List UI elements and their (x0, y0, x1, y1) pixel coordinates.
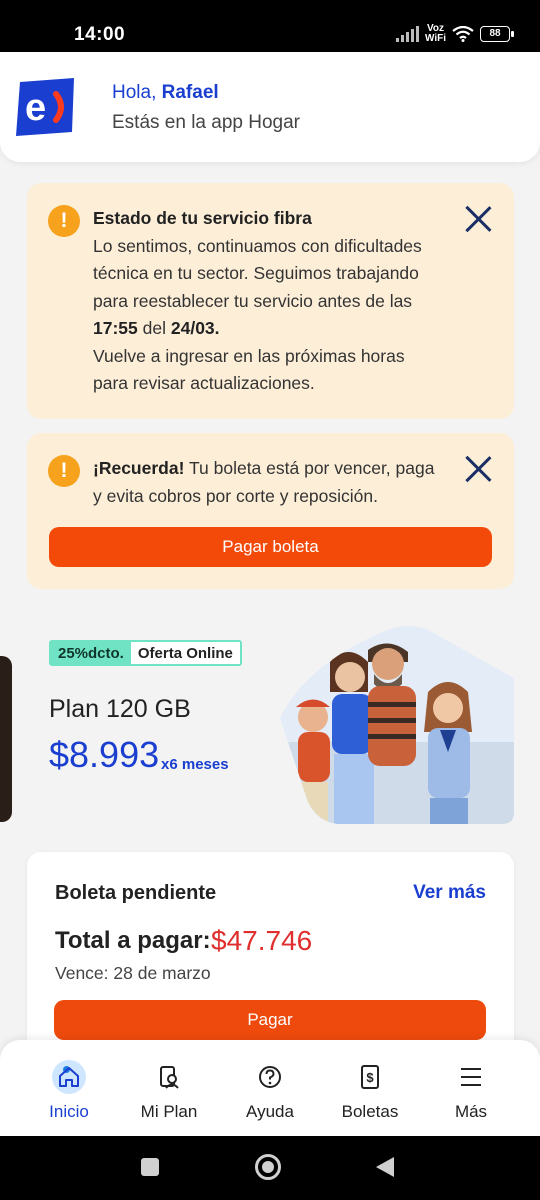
greeting: Hola, Rafael (112, 82, 219, 103)
nav-item-mas[interactable]: Más (421, 1040, 521, 1136)
svg-text:e: e (25, 87, 46, 129)
battery-icon: 88 (480, 26, 514, 42)
status-bar: 14:00 Voz WiFi 88 (0, 0, 540, 52)
total-label: Total a pagar: (55, 927, 211, 954)
plan-duration: x6 meses (161, 756, 229, 773)
entel-logo-icon: e (16, 78, 74, 136)
plan-name[interactable]: Plan 120 GB (49, 695, 191, 724)
network-label: Voz WiFi (424, 23, 446, 44)
home-button-icon[interactable] (255, 1154, 281, 1180)
pay-button[interactable]: Pagar (54, 1000, 486, 1040)
wifi-icon (452, 26, 474, 42)
view-more-link[interactable]: Ver más (413, 882, 486, 904)
plan-icon (160, 1066, 179, 1089)
service-alert-text: Estado de tu servicio fibra Lo sentimos,… (93, 208, 422, 393)
close-icon[interactable] (464, 454, 492, 482)
nav-item-mi-plan[interactable]: Mi Plan (119, 1040, 219, 1136)
restore-date: 24/03. (170, 318, 220, 338)
service-status-alert: ! Estado de tu servicio fibra Lo sentimo… (27, 183, 514, 419)
previous-promo-card[interactable] (0, 656, 12, 822)
total-amount: $47.746 (211, 925, 313, 956)
warning-icon: ! (48, 205, 80, 237)
back-icon[interactable] (376, 1157, 394, 1177)
restore-time: 17:55 (93, 318, 138, 338)
status-icons: Voz WiFi 88 (395, 23, 514, 44)
nav-item-inicio[interactable]: Inicio (19, 1040, 119, 1136)
home-icon (59, 1067, 79, 1087)
bill-icon: $ (361, 1065, 379, 1089)
svg-text:$: $ (366, 1070, 374, 1085)
user-name: Rafael (161, 82, 219, 103)
nav-item-boletas[interactable]: $ Boletas (320, 1040, 420, 1136)
bill-reminder-alert: ! ¡Recuerda! Tu boleta está por vencer, … (27, 433, 514, 589)
online-offer-badge: Oferta Online (130, 642, 240, 664)
app-header: e Hola, Rafael Estás en la app Hogar (0, 52, 540, 162)
due-date: Vence: 28 de marzo (55, 963, 211, 983)
signal-icon (395, 26, 419, 42)
family-promo-image[interactable] (268, 622, 514, 824)
nav-item-ayuda[interactable]: Ayuda (220, 1040, 320, 1136)
reminder-title: ¡Recuerda! (93, 458, 185, 478)
close-icon[interactable] (464, 204, 492, 232)
offer-badge: 25%dcto. Oferta Online (49, 640, 242, 666)
plan-price: $8.993 (49, 734, 160, 775)
pending-bill-title: Boleta pendiente (55, 882, 217, 904)
menu-icon (461, 1068, 481, 1086)
reminder-text: ¡Recuerda! Tu boleta está por vencer, pa… (93, 458, 435, 506)
help-icon (259, 1066, 281, 1088)
service-alert-title: Estado de tu servicio fibra (93, 208, 312, 228)
warning-icon: ! (48, 455, 80, 487)
status-time: 14:00 (74, 24, 126, 45)
pay-bill-button[interactable]: Pagar boleta (49, 527, 492, 567)
recents-icon[interactable] (141, 1158, 159, 1176)
bottom-navigation: Inicio Mi Plan Ayuda $ Boletas Más (0, 1040, 540, 1136)
discount-badge: 25%dcto. (51, 642, 131, 664)
app-subtitle: Estás en la app Hogar (112, 112, 301, 133)
pending-bill-card: Boleta pendiente Ver más Total a pagar: … (27, 852, 514, 1072)
